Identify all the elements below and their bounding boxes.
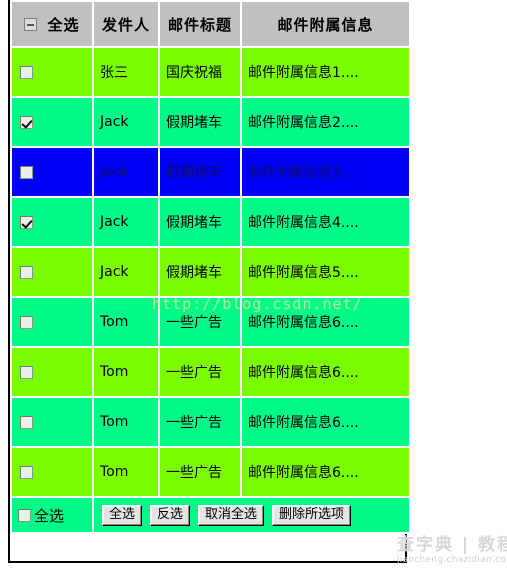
row-title-cell: 假期堵车 (160, 248, 240, 296)
row-info-cell: 邮件附属信息3.... (242, 148, 409, 196)
invert-select-button[interactable]: 反选 (150, 505, 191, 526)
brand-watermark-main: 查字典 | 教程网 (397, 535, 507, 555)
row-info-cell: 邮件附属信息5.... (242, 248, 409, 296)
row-select-cell[interactable] (12, 398, 92, 446)
table-row[interactable]: Tom 一些广告 邮件附属信息6.... (12, 348, 409, 396)
row-info-cell: 邮件附属信息6.... (242, 348, 409, 396)
footer-select-all-cell[interactable]: 全选 (12, 498, 92, 532)
row-title-cell: 假期堵车 (160, 198, 240, 246)
column-header-select-all[interactable]: 全选 (12, 2, 92, 46)
row-checkbox[interactable] (20, 465, 33, 479)
footer-select-all-checkbox[interactable] (18, 508, 31, 522)
row-sender-cell: Tom (94, 348, 158, 396)
table-body: 张三 国庆祝福 邮件附属信息1.... Jack 假期堵车 邮件附属信息2.... Jack… (12, 48, 409, 496)
row-sender-cell: Tom (94, 298, 158, 346)
deselect-all-button[interactable]: 取消全选 (198, 505, 265, 526)
row-checkbox[interactable] (20, 365, 33, 379)
column-header-sender[interactable]: 发件人 (94, 2, 158, 46)
table-footer: 全选 全选 反选 取消全选 删除所选项 (12, 498, 409, 532)
row-info-cell: 邮件附属信息6.... (242, 398, 409, 446)
row-checkbox[interactable] (20, 165, 33, 179)
mail-list-table: 全选 发件人 邮件标题 邮件附属信息 张三 国庆祝福 邮件附属信息1.... Jack… (10, 0, 411, 534)
row-info-cell: 邮件附属信息4.... (242, 198, 409, 246)
table-row[interactable]: Jack 假期堵车 邮件附属信息4.... (12, 198, 409, 246)
row-title-cell: 一些广告 (160, 348, 240, 396)
column-header-title[interactable]: 邮件标题 (160, 2, 240, 46)
row-info-cell: 邮件附属信息1.... (242, 48, 409, 96)
site-brand-watermark: 查字典 | 教程网 jiaocheng.chazidian.com (397, 535, 507, 573)
table-row[interactable]: Tom 一些广告 邮件附属信息6.... (12, 298, 409, 346)
row-select-cell[interactable] (12, 248, 92, 296)
row-info-cell: 邮件附属信息6.... (242, 298, 409, 346)
row-select-cell[interactable] (12, 48, 92, 96)
row-title-cell: 一些广告 (160, 298, 240, 346)
mail-list-container: 全选 发件人 邮件标题 邮件附属信息 张三 国庆祝福 邮件附属信息1.... Jack… (8, 0, 411, 563)
row-select-cell[interactable] (12, 98, 92, 146)
column-header-info[interactable]: 邮件附属信息 (242, 2, 409, 46)
row-info-cell: 邮件附属信息6.... (242, 448, 409, 496)
row-select-cell[interactable] (12, 298, 92, 346)
select-all-button[interactable]: 全选 (102, 505, 143, 526)
row-checkbox[interactable] (20, 265, 33, 279)
row-info-cell: 邮件附属信息2.... (242, 98, 409, 146)
row-sender-cell: Jack (94, 148, 158, 196)
row-sender-cell: Tom (94, 398, 158, 446)
row-sender-cell: Jack (94, 248, 158, 296)
row-title-cell: 一些广告 (160, 398, 240, 446)
column-header-label-select-all: 全选 (47, 15, 80, 34)
table-row[interactable]: Tom 一些广告 邮件附属信息6.... (12, 398, 409, 446)
row-checkbox[interactable] (20, 415, 33, 429)
table-row[interactable]: Jack 假期堵车 邮件附属信息3.... (12, 148, 409, 196)
row-title-cell: 假期堵车 (160, 148, 240, 196)
table-row[interactable]: Jack 假期堵车 邮件附属信息2.... (12, 98, 409, 146)
row-select-cell[interactable] (12, 448, 92, 496)
delete-selected-button[interactable]: 删除所选项 (272, 505, 352, 526)
row-checkbox[interactable] (20, 215, 33, 229)
row-checkbox[interactable] (20, 315, 33, 329)
row-select-cell[interactable] (12, 148, 92, 196)
row-checkbox[interactable] (20, 115, 33, 129)
row-title-cell: 国庆祝福 (160, 48, 240, 96)
table-row[interactable]: Jack 假期堵车 邮件附属信息5.... (12, 248, 409, 296)
table-header: 全选 发件人 邮件标题 邮件附属信息 (12, 2, 409, 46)
row-sender-cell: Tom (94, 448, 158, 496)
row-sender-cell: Jack (94, 198, 158, 246)
row-sender-cell: Jack (94, 98, 158, 146)
header-row: 全选 发件人 邮件标题 邮件附属信息 (12, 2, 409, 46)
row-title-cell: 一些广告 (160, 448, 240, 496)
row-sender-cell: 张三 (94, 48, 158, 96)
row-select-cell[interactable] (12, 198, 92, 246)
brand-watermark-sub: jiaocheng.chazidian.com (397, 555, 507, 565)
row-title-cell: 假期堵车 (160, 98, 240, 146)
table-row[interactable]: 张三 国庆祝福 邮件附属信息1.... (12, 48, 409, 96)
footer-row: 全选 全选 反选 取消全选 删除所选项 (12, 498, 409, 532)
table-row[interactable]: Tom 一些广告 邮件附属信息6.... (12, 448, 409, 496)
footer-select-all-label: 全选 (34, 506, 65, 525)
row-checkbox[interactable] (20, 65, 33, 79)
row-select-cell[interactable] (12, 348, 92, 396)
select-all-header-checkbox[interactable] (24, 17, 38, 31)
footer-button-bar: 全选 反选 取消全选 删除所选项 (94, 498, 409, 532)
